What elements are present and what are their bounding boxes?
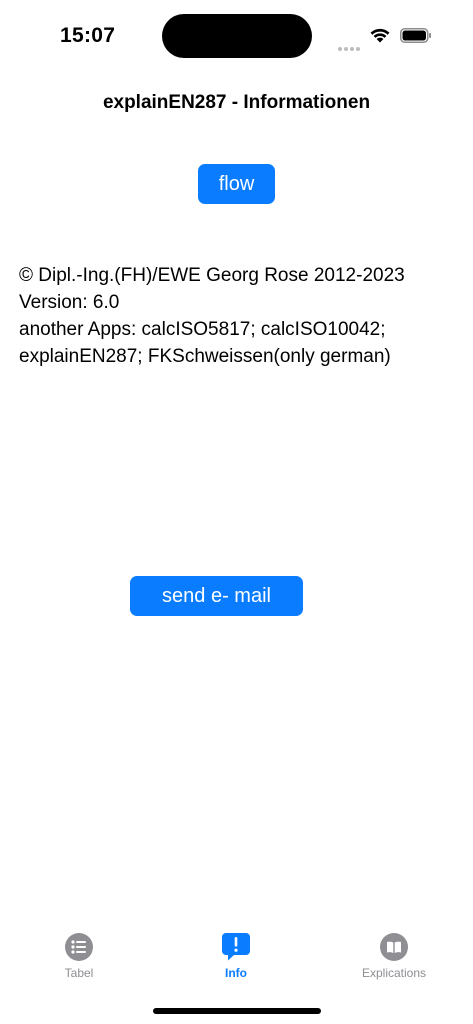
send-email-button[interactable]: send e- mail <box>130 576 303 616</box>
home-indicator[interactable] <box>153 1008 321 1014</box>
tab-info[interactable]: Info <box>176 932 296 980</box>
info-text: © Dipl.-Ing.(FH)/EWE Georg Rose 2012-202… <box>19 262 459 370</box>
version-line: Version: 6.0 <box>19 292 120 313</box>
tab-explications-label: Explications <box>361 966 427 980</box>
dynamic-island <box>162 14 312 58</box>
tab-explications[interactable]: Explications <box>334 932 454 980</box>
tab-tabel[interactable]: Tabel <box>19 932 139 980</box>
list-circle-icon <box>65 933 93 961</box>
battery-icon <box>400 28 431 43</box>
cellular-signal-icon <box>338 38 362 51</box>
status-time: 15:07 <box>60 24 116 47</box>
wifi-icon <box>370 28 390 43</box>
other-apps-line-continued: explainEN287; FKSchweissen(only german) <box>19 346 391 367</box>
flow-button[interactable]: flow <box>198 164 275 204</box>
copyright-line: © Dipl.-Ing.(FH)/EWE Georg Rose 2012-202… <box>19 265 405 286</box>
tab-info-label: Info <box>225 966 247 980</box>
other-apps-line: another Apps: calcISO5817; calcISO10042; <box>19 319 386 340</box>
book-circle-icon <box>380 933 408 961</box>
exclamation-bubble-icon <box>222 933 250 961</box>
tab-tabel-label: Tabel <box>64 966 94 980</box>
page-title: explainEN287 - Informationen <box>102 92 371 113</box>
status-bar: 15:07 <box>0 0 473 70</box>
